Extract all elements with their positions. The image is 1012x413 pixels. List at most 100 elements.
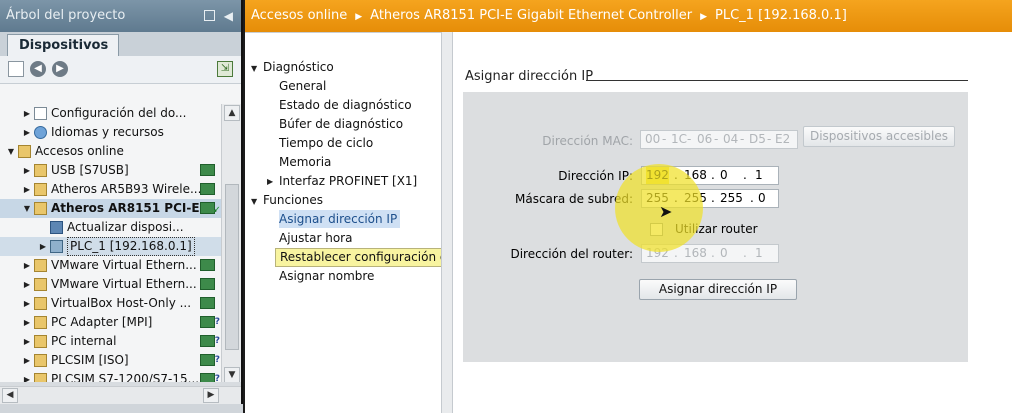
ip-dot: . bbox=[743, 168, 747, 182]
expand-funciones-icon[interactable]: ▼ bbox=[251, 197, 257, 206]
tree-item-label: Idiomas y recursos bbox=[51, 125, 164, 139]
mac-separator: - bbox=[687, 132, 692, 146]
expand-diagnostico-icon[interactable]: ▼ bbox=[251, 64, 257, 73]
folder-icon bbox=[34, 202, 47, 215]
update-devices-icon bbox=[50, 221, 63, 234]
scroll-up-button[interactable]: ▲ bbox=[224, 105, 240, 121]
router-dot: . bbox=[711, 246, 715, 260]
mac-octet: 1C bbox=[671, 132, 688, 146]
mac-separator: - bbox=[767, 132, 772, 146]
collapse-arrow-icon[interactable]: ▼ bbox=[6, 142, 16, 161]
expand-arrow-icon[interactable]: ▶ bbox=[22, 256, 32, 275]
nav-asignar-nombre[interactable]: Asignar nombre bbox=[279, 267, 374, 285]
new-icon[interactable] bbox=[8, 61, 24, 77]
tree-item[interactable]: ▶ VirtualBox Host-Only ... bbox=[0, 294, 221, 313]
network-status-icon bbox=[200, 278, 215, 290]
breadcrumb-item-online-access[interactable]: Accesos online bbox=[251, 8, 347, 23]
network-status-icon bbox=[200, 259, 215, 271]
expand-arrow-icon[interactable]: ▶ bbox=[22, 161, 32, 180]
breadcrumb-separator-icon: ▶ bbox=[355, 12, 363, 22]
globe-icon bbox=[34, 126, 47, 139]
scroll-thumb[interactable] bbox=[225, 184, 239, 350]
nav-memoria[interactable]: Memoria bbox=[279, 153, 331, 171]
collapse-left-icon[interactable]: ◀ bbox=[224, 0, 233, 32]
expand-arrow-icon[interactable]: ▶ bbox=[22, 313, 32, 332]
folder-icon bbox=[34, 278, 47, 291]
tree-item-label: PLCSIM [ISO] bbox=[51, 353, 129, 367]
expand-arrow-icon[interactable]: ▶ bbox=[22, 180, 32, 199]
expand-arrow-icon[interactable]: ▶ bbox=[38, 237, 48, 256]
panel-splitter[interactable] bbox=[441, 32, 453, 413]
tree-item[interactable]: ▶ VMware Virtual Ethern... bbox=[0, 275, 221, 294]
tree-item-label: PC Adapter [MPI] bbox=[51, 315, 153, 329]
tree-item[interactable]: ▶ PC Adapter [MPI] bbox=[0, 313, 221, 332]
tree-item[interactable]: ▶ VMware Virtual Ethern... bbox=[0, 256, 221, 275]
ip-octet-4[interactable]: 1 bbox=[755, 167, 763, 184]
expand-profinet-icon[interactable]: ▶ bbox=[267, 177, 273, 186]
nav-diagnostico[interactable]: Diagnóstico bbox=[263, 58, 334, 76]
pin-icon[interactable] bbox=[204, 10, 215, 21]
mask-octet-3[interactable]: 255 bbox=[720, 190, 743, 207]
folder-icon bbox=[34, 316, 47, 329]
back-icon[interactable]: ◀ bbox=[30, 61, 46, 77]
tree-item[interactable]: ▼ Accesos online bbox=[0, 142, 221, 161]
tree-item[interactable]: Actualizar disposi... bbox=[0, 218, 221, 237]
subnet-mask-label: Máscara de subred: bbox=[514, 192, 633, 206]
router-octet-4: 1 bbox=[755, 246, 763, 260]
tree-item[interactable]: ▼ Atheros AR8151 PCI-E ... bbox=[0, 199, 221, 218]
tree-horizontal-scrollbar[interactable]: ◀ ▶ bbox=[0, 386, 241, 404]
online-functions-nav: ▼ Diagnóstico General Estado de diagnóst… bbox=[245, 32, 506, 413]
tree-item[interactable]: ▶ Configuración del do... bbox=[0, 104, 221, 123]
scroll-down-button[interactable]: ▼ bbox=[224, 367, 240, 382]
network-status-icon bbox=[200, 316, 220, 328]
scroll-right-button[interactable]: ▶ bbox=[203, 388, 219, 403]
nav-interfaz-profinet[interactable]: Interfaz PROFINET [X1] bbox=[279, 172, 417, 190]
scroll-left-button[interactable]: ◀ bbox=[2, 388, 18, 403]
breadcrumb-separator-icon: ▶ bbox=[700, 12, 708, 22]
mac-octet: 00 bbox=[645, 132, 661, 146]
collapse-arrow-icon[interactable]: ▼ bbox=[22, 199, 32, 218]
tree-item[interactable]: ▶ PLC_1 [192.168.0.1] bbox=[0, 237, 221, 256]
online-access-icon bbox=[18, 145, 31, 158]
expand-arrow-icon[interactable]: ▶ bbox=[22, 294, 32, 313]
accessible-devices-button[interactable]: Dispositivos accesibles bbox=[803, 126, 955, 147]
nav-estado-diagnostico[interactable]: Estado de diagnóstico bbox=[279, 96, 412, 114]
assign-ip-button[interactable]: Asignar dirección IP bbox=[639, 279, 797, 300]
tab-dispositivos[interactable]: Dispositivos bbox=[7, 34, 119, 57]
expand-arrow-icon[interactable]: ▶ bbox=[22, 123, 32, 142]
tree-item-label: Atheros AR5B93 Wirele... bbox=[51, 182, 202, 196]
nav-general[interactable]: General bbox=[279, 77, 326, 95]
nav-bufer-diagnostico[interactable]: Búfer de diagnóstico bbox=[279, 115, 403, 133]
ip-dot: . bbox=[711, 168, 715, 182]
expand-arrow-icon[interactable]: ▶ bbox=[22, 370, 32, 382]
tree-item[interactable]: ▶ PLCSIM [ISO] bbox=[0, 351, 221, 370]
router-address-label: Dirección del router: bbox=[510, 247, 633, 261]
nav-funciones[interactable]: Funciones bbox=[263, 191, 323, 209]
tree-item[interactable]: ▶ USB [S7USB] bbox=[0, 161, 221, 180]
tree-item[interactable]: ▶ Idiomas y recursos bbox=[0, 123, 221, 142]
tree-item-label: VMware Virtual Ethern... bbox=[51, 258, 197, 272]
nav-tiempo-ciclo[interactable]: Tiempo de ciclo bbox=[279, 134, 373, 152]
network-status-icon bbox=[200, 183, 215, 195]
breadcrumb-item-plc[interactable]: PLC_1 [192.168.0.1] bbox=[715, 8, 847, 23]
expand-arrow-icon[interactable]: ▶ bbox=[22, 332, 32, 351]
export-icon[interactable]: ⇲ bbox=[217, 61, 233, 77]
device-tree: ▶ Configuración del do... ▶ Idiomas y recur… bbox=[0, 84, 241, 382]
tree-item[interactable]: ▶ PC internal bbox=[0, 332, 221, 351]
breadcrumb-item-adapter[interactable]: Atheros AR8151 PCI-E Gigabit Ethernet Co… bbox=[370, 8, 692, 23]
folder-icon bbox=[34, 297, 47, 310]
nav-asignar-ip[interactable]: Asignar dirección IP bbox=[279, 210, 401, 228]
tree-item[interactable]: ▶ PLCSIM S7-1200/S7-15... bbox=[0, 370, 221, 382]
tree-vertical-scrollbar[interactable]: ▲ ▼ bbox=[221, 104, 241, 382]
tree-item[interactable]: ▶ Atheros AR5B93 Wirele... bbox=[0, 180, 221, 199]
forward-icon[interactable]: ▶ bbox=[52, 61, 68, 77]
mask-octet-4[interactable]: 0 bbox=[758, 190, 766, 207]
tree-item-label: Atheros AR8151 PCI-E ... bbox=[51, 201, 218, 215]
expand-arrow-icon[interactable]: ▶ bbox=[22, 104, 32, 123]
expand-arrow-icon[interactable]: ▶ bbox=[22, 351, 32, 370]
ip-octet-3[interactable]: 0 bbox=[720, 167, 728, 184]
nav-ajustar-hora[interactable]: Ajustar hora bbox=[279, 229, 352, 247]
mac-octet: D5 bbox=[749, 132, 766, 146]
expand-arrow-icon[interactable]: ▶ bbox=[22, 275, 32, 294]
tree-item-label: PLCSIM S7-1200/S7-15... bbox=[51, 372, 200, 382]
